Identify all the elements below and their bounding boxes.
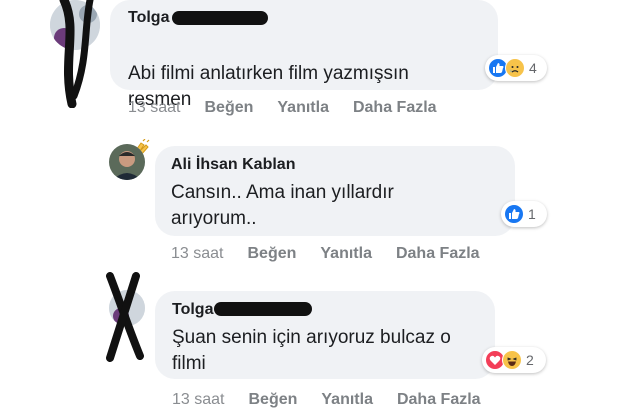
reaction-count: 1 <box>528 206 536 222</box>
like-button[interactable]: Beğen <box>248 391 297 409</box>
redaction-scribble <box>106 272 144 362</box>
comment-timestamp[interactable]: 13 saat <box>128 99 180 117</box>
reply-button[interactable]: Yanıtla <box>321 391 373 409</box>
reaction-summary[interactable]: 1 <box>501 201 547 227</box>
reaction-count: 4 <box>529 60 537 76</box>
comment-author[interactable]: Ali İhsan Kablan <box>171 156 295 174</box>
like-button[interactable]: Beğen <box>247 245 296 263</box>
comment-actions: 13 saat Beğen Yanıtla Daha Fazla <box>171 245 480 263</box>
comment-actions: 13 saat Beğen Yanıtla Daha Fazla <box>172 391 481 409</box>
comment-thread: Tolga Abi filmi anlatırken film yazmışsı… <box>0 0 635 414</box>
comment-text: Şuan senin için arıyoruz bulcaz o filmi <box>172 327 451 374</box>
comment-author[interactable]: Tolga <box>172 301 213 319</box>
redacted-name <box>214 302 312 316</box>
redaction-scribble <box>59 0 94 108</box>
comment-text: Cansın.. Ama inan yıllardır arıyorum.. <box>171 182 394 229</box>
more-button[interactable]: Daha Fazla <box>396 245 480 263</box>
more-button[interactable]: Daha Fazla <box>397 391 481 409</box>
haha-icon <box>502 350 522 370</box>
reaction-summary[interactable]: 2 <box>482 347 546 373</box>
reply-button[interactable]: Yanıtla <box>277 99 329 117</box>
more-button[interactable]: Daha Fazla <box>353 99 437 117</box>
like-icon <box>504 204 524 224</box>
reaction-summary[interactable]: 4 <box>485 55 547 81</box>
sad-icon <box>505 58 525 78</box>
comment-timestamp[interactable]: 13 saat <box>171 245 223 263</box>
avatar[interactable] <box>109 144 145 180</box>
reply-button[interactable]: Yanıtla <box>320 245 372 263</box>
reaction-count: 2 <box>526 352 534 368</box>
comment-timestamp[interactable]: 13 saat <box>172 391 224 409</box>
redacted-name <box>172 11 268 25</box>
comment-author[interactable]: Tolga <box>128 9 169 27</box>
like-button[interactable]: Beğen <box>204 99 253 117</box>
comment-actions: 13 saat Beğen Yanıtla Daha Fazla <box>128 99 437 117</box>
